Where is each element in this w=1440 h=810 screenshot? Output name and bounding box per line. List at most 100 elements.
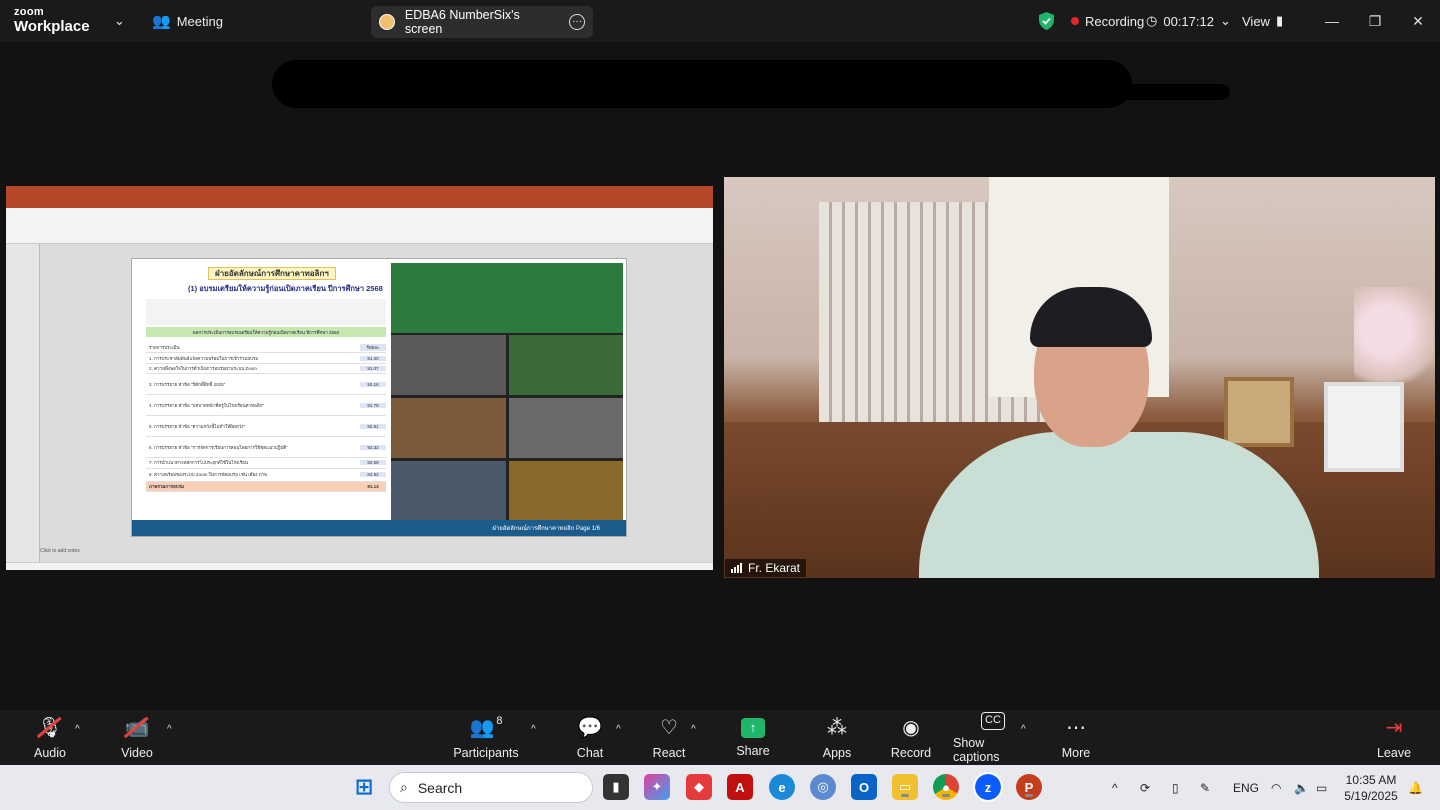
apps-button[interactable]: ⁂ Apps	[817, 710, 857, 765]
more-label: More	[1061, 745, 1091, 760]
participant-name: Fr. Ekarat	[748, 561, 801, 575]
search-placeholder: Search	[417, 779, 463, 796]
video-label: Video	[121, 745, 153, 760]
captions-icon: CC	[981, 711, 1005, 730]
chat-button[interactable]: 💬 Chat	[570, 710, 610, 765]
row-score: 84.92	[360, 472, 386, 478]
captions-chevron-icon[interactable]: ^	[1021, 724, 1026, 735]
wifi-icon[interactable]: ◠	[1271, 765, 1281, 810]
slide-description-block	[146, 299, 386, 325]
powerpoint-workspace: ฝ่ายอัตลักษณ์การศึกษาคาทอลิกฯ (1) อบรมเต…	[6, 244, 713, 562]
app-menu-chevron-icon[interactable]: ⌄	[114, 0, 125, 42]
react-button[interactable]: ♡ React	[649, 710, 689, 765]
row-item: 1. การประชาสัมพันธ์แจ้งความพร้อมในการเข้…	[149, 355, 259, 361]
participants-count: 8	[496, 714, 503, 727]
zoom-app-icon[interactable]: z	[973, 772, 1003, 802]
recording-label: Recording	[1085, 13, 1145, 29]
apps-label: Apps	[822, 745, 852, 760]
powerpoint-icon[interactable]: P	[1016, 774, 1042, 800]
file-explorer-icon[interactable]: ▭	[892, 774, 918, 800]
row-score: 92.16	[360, 381, 386, 387]
share-button[interactable]: ↑ Share	[733, 710, 773, 765]
more-button[interactable]: ⋯ More	[1056, 710, 1096, 765]
react-label: React	[652, 745, 686, 760]
chrome-icon[interactable]: ●	[933, 774, 959, 800]
record-label: Record	[890, 745, 932, 760]
taskbar-search[interactable]: ⌕ Search	[389, 772, 593, 803]
meeting-controls: 🎙 Audio ^ 📹 Video ^ 👥 8 Participants ^ 💬 …	[0, 710, 1440, 765]
notification-bell-icon[interactable]: 🔔	[1408, 765, 1423, 810]
windows-start-icon[interactable]: ⊞	[351, 774, 377, 800]
more-icon: ⋯	[1066, 716, 1086, 739]
share-label: Share	[736, 743, 770, 758]
participants-button[interactable]: 👥 8 Participants	[452, 710, 520, 765]
minimize-button[interactable]: —	[1310, 0, 1354, 42]
table-total-row: ภาพรวมการอบรม 91.13	[146, 481, 386, 492]
record-button[interactable]: ◉ Record	[890, 710, 932, 765]
battery-icon[interactable]: ▭	[1316, 765, 1327, 810]
shield-icon[interactable]	[1038, 0, 1055, 42]
close-button[interactable]: ✕	[1396, 0, 1440, 42]
slide-canvas: ฝ่ายอัตลักษณ์การศึกษาคาทอลิกฯ (1) อบรมเต…	[131, 258, 627, 537]
row-score: 91.13	[360, 483, 386, 489]
video-options-chevron-icon[interactable]: ^	[167, 724, 172, 735]
tray-overflow-chevron-icon[interactable]: ^	[1112, 765, 1118, 810]
flower-arrangement	[1354, 287, 1434, 397]
video-button[interactable]: 📹 Video	[116, 710, 158, 765]
camera-off-icon: 📹	[124, 716, 150, 739]
sync-icon[interactable]: ⟳	[1140, 765, 1150, 810]
sharer-avatar	[379, 14, 395, 30]
task-view-icon[interactable]: ▮	[603, 774, 629, 800]
slide-title: ฝ่ายอัตลักษณ์การศึกษาคาทอลิกฯ	[208, 267, 336, 280]
recording-indicator[interactable]: Recording	[1071, 0, 1144, 42]
row-item: 3. การบรรยาย หัวข้อ "ปีศักดิ์สิทธิ์ 2025…	[149, 381, 226, 387]
heart-icon: ♡	[660, 716, 678, 739]
captions-button[interactable]: CC Show captions	[953, 710, 1033, 765]
chat-icon: 💬	[577, 716, 603, 739]
input-language[interactable]: ENG	[1233, 765, 1259, 810]
participants-chevron-icon[interactable]: ^	[531, 724, 536, 735]
notes-pane[interactable]: Click to add notes	[40, 548, 80, 554]
anydesk-icon[interactable]: ◆	[686, 774, 712, 800]
participant-video[interactable]: Fr. Ekarat	[724, 177, 1435, 578]
recording-dot-icon	[1071, 17, 1079, 25]
pen-input-icon[interactable]: ✎	[1200, 765, 1210, 810]
running-indicator	[901, 794, 909, 797]
meeting-timer[interactable]: ◷ 00:17:12 ⌄	[1146, 0, 1231, 42]
shared-screen-panel[interactable]: ฝ่ายอัตลักษณ์การศึกษาคาทอลิกฯ (1) อบรมเต…	[6, 186, 713, 570]
restore-button[interactable]: ❐	[1353, 0, 1397, 42]
photo-frame	[1224, 377, 1294, 447]
adobe-acrobat-icon[interactable]: A	[727, 774, 753, 800]
collage-photo	[391, 398, 506, 458]
participant-name-tag: Fr. Ekarat	[725, 559, 807, 577]
slide-footer: ฝ่ายอัตลักษณ์การศึกษาคาทอลิก Page 1/6	[132, 520, 626, 536]
clock-time: 10:35 AM	[1345, 773, 1397, 787]
meeting-info[interactable]: 👥 Meeting	[152, 0, 223, 42]
chat-label: Chat	[576, 745, 604, 760]
screen-share-pill[interactable]: EDBA6 NumberSix's screen ···	[371, 6, 593, 38]
view-menu[interactable]: View ▮	[1242, 0, 1283, 42]
collage-photo	[508, 335, 623, 395]
table-header: ผลการประเมินการอบรมเตรียมให้ความรู้ก่อนเ…	[146, 327, 386, 337]
leave-button[interactable]: ⇥ Leave	[1374, 710, 1414, 765]
globe-app-icon[interactable]: ◎	[810, 774, 836, 800]
search-icon: ⌕	[400, 779, 408, 795]
copilot-icon[interactable]: ✦	[644, 774, 670, 800]
taskbar-clock[interactable]: 10:35 AM 5/19/2025	[1340, 772, 1402, 804]
audio-button[interactable]: 🎙 Audio	[30, 710, 70, 765]
share-pill-label: EDBA6 NumberSix's screen	[404, 8, 520, 36]
powerpoint-title-bar	[6, 186, 713, 198]
more-options-icon[interactable]: ···	[569, 14, 586, 30]
volume-icon[interactable]: 🔈	[1294, 765, 1309, 810]
react-chevron-icon[interactable]: ^	[691, 724, 696, 735]
outlook-icon[interactable]: O	[851, 774, 877, 800]
row-score: 92.32	[360, 444, 386, 450]
edge-browser-icon[interactable]: e	[769, 774, 795, 800]
audio-options-chevron-icon[interactable]: ^	[75, 724, 80, 735]
usb-device-icon[interactable]: ▯	[1172, 765, 1179, 810]
row-score: 91.78	[360, 402, 386, 408]
chat-chevron-icon[interactable]: ^	[616, 724, 621, 735]
table-row: 2. ความพึงพอใจในการดำเนินการอบรมผ่านระบบ…	[146, 364, 386, 375]
apps-icon: ⁂	[827, 716, 847, 739]
view-label: View	[1242, 13, 1270, 29]
